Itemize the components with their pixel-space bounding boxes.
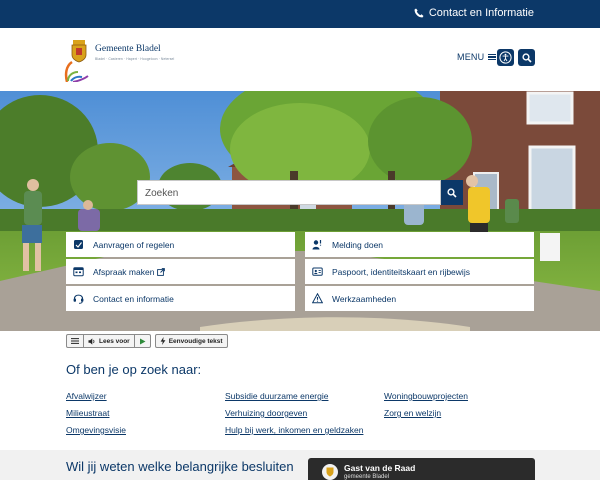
contact-link[interactable]: Contact en Informatie: [414, 7, 534, 19]
link-afvalwijzer[interactable]: Afvalwijzer: [66, 391, 107, 401]
hamburger-icon: [488, 53, 497, 61]
lightning-icon: [160, 337, 166, 345]
search-icon: [447, 187, 457, 198]
council-section: Wil jij weten welke belangrijke besluite…: [0, 450, 600, 480]
headset-icon: [73, 293, 84, 304]
id-card-icon: [312, 266, 323, 277]
read-aloud-button[interactable]: Lees voor: [84, 335, 135, 347]
tile-label: Afspraak maken: [93, 266, 155, 277]
report-icon: [312, 239, 323, 250]
link-hulp-werk[interactable]: Hulp bij werk, inkomen en geldzaken: [225, 425, 363, 435]
link-woningbouw[interactable]: Woningbouwprojecten: [384, 391, 468, 401]
tile-melding[interactable]: Melding doen: [305, 232, 534, 257]
play-button[interactable]: [135, 335, 150, 347]
read-aloud-group: Lees voor: [66, 334, 151, 348]
search-placeholder: Zoeken: [145, 188, 179, 199]
looking-for-title: Of ben je op zoek naar:: [66, 362, 202, 377]
logo-name: Gemeente Bladel: [95, 44, 161, 54]
external-link-icon: [157, 267, 166, 276]
site-logo[interactable]: Gemeente Bladel Bladel · Casteren · Hape…: [64, 36, 174, 82]
speaker-icon: [88, 337, 95, 345]
simple-text-group: Eenvoudige tekst: [154, 334, 228, 348]
simple-text-label: Eenvoudige tekst: [168, 337, 223, 345]
header-search-button[interactable]: [518, 49, 535, 66]
toolbar-menu-button[interactable]: [67, 335, 84, 347]
menu-button[interactable]: MENU: [457, 52, 497, 62]
channel-avatar: [322, 464, 338, 480]
tile-aanvragen[interactable]: Aanvragen of regelen: [66, 232, 295, 257]
readspeaker-toolbar: Lees voor Eenvoudige tekst: [66, 334, 228, 348]
tile-contact[interactable]: Contact en informatie: [66, 286, 295, 311]
tile-label: Aanvragen of regelen: [93, 239, 175, 250]
tile-label: Melding doen: [332, 239, 384, 250]
tile-afspraak[interactable]: Afspraak maken: [66, 259, 295, 284]
tile-label: Paspoort, identiteitskaart en rijbewijs: [332, 266, 470, 277]
play-icon: [139, 338, 146, 344]
calendar-icon: [73, 266, 84, 277]
hero-banner: Zoeken Aanvragen of regelen Melding doen…: [0, 91, 600, 331]
phone-icon: [414, 8, 424, 18]
form-icon: [73, 239, 84, 250]
video-channel: gemeente Bladel: [344, 474, 390, 480]
link-omgevingsvisie[interactable]: Omgevingsvisie: [66, 425, 126, 435]
link-zorg[interactable]: Zorg en welzijn: [384, 408, 441, 418]
tile-label: Werkzaamheden: [332, 293, 397, 304]
logo-tagline: Bladel · Casteren · Hapert · Hoogeloon ·…: [95, 57, 175, 61]
video-embed[interactable]: Gast van de Raad gemeente Bladel: [308, 458, 535, 480]
accessibility-button[interactable]: [497, 49, 514, 66]
coat-of-arms-icon: [326, 467, 334, 477]
link-subsidie[interactable]: Subsidie duurzame energie: [225, 391, 328, 401]
video-title: Gast van de Raad: [344, 463, 416, 473]
tile-werkzaamheden[interactable]: Werkzaamheden: [305, 286, 534, 311]
search-input[interactable]: Zoeken: [137, 180, 441, 205]
contact-label: Contact en Informatie: [428, 7, 534, 19]
menu-label: MENU: [457, 52, 485, 62]
simple-text-button[interactable]: Eenvoudige tekst: [156, 335, 227, 347]
link-milieustraat[interactable]: Milieustraat: [66, 408, 109, 418]
hamburger-icon: [71, 338, 79, 344]
warning-icon: [312, 293, 323, 304]
tile-label: Contact en informatie: [93, 293, 174, 304]
search-icon: [521, 52, 532, 63]
accessibility-icon: [499, 51, 512, 64]
council-title: Wil jij weten welke belangrijke besluite…: [66, 459, 294, 474]
search-submit-button[interactable]: [441, 180, 463, 205]
link-verhuizing[interactable]: Verhuizing doorgeven: [225, 408, 307, 418]
tile-paspoort[interactable]: Paspoort, identiteitskaart en rijbewijs: [305, 259, 534, 284]
coat-of-arms-icon: [64, 40, 89, 82]
top-bar: Contact en Informatie: [0, 0, 600, 28]
site-header: Gemeente Bladel Bladel · Casteren · Hape…: [0, 28, 600, 90]
read-aloud-label: Lees voor: [99, 337, 130, 345]
